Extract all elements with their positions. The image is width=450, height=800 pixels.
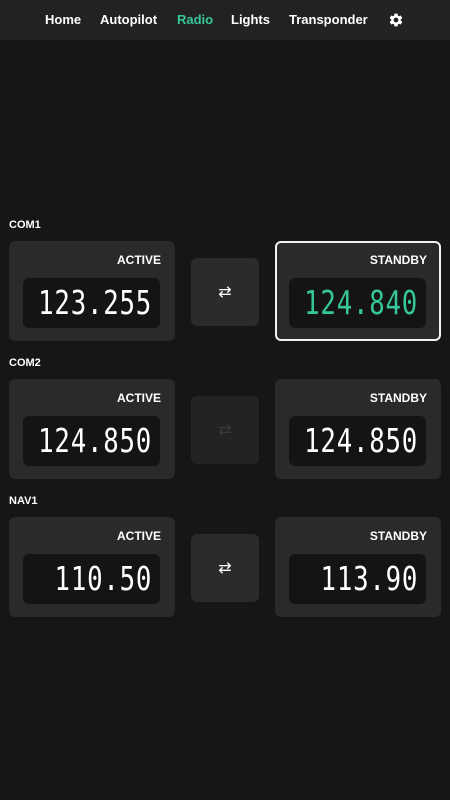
active-title: ACTIVE	[116, 253, 161, 267]
com1-label: COM1	[9, 219, 41, 231]
active-title: ACTIVE	[116, 391, 161, 405]
top-nav-bar: Home Autopilot Radio Lights Transponder	[0, 0, 450, 40]
nav1-active-panel: ACTIVE 110.50	[9, 517, 175, 617]
nav-transponder[interactable]: Transponder	[289, 12, 368, 27]
nav1-swap-button[interactable]: ⇄	[191, 534, 259, 602]
com1-active-frequency: 123.255	[38, 283, 152, 322]
com2-active-panel: ACTIVE 124.850	[9, 379, 175, 479]
com1-standby-frequency[interactable]: 124.840	[304, 284, 418, 322]
nav1-standby-panel[interactable]: STANDBY 113.90	[275, 517, 441, 617]
nav1-standby-frequency[interactable]: 113.90	[320, 560, 418, 598]
standby-title: STANDBY	[369, 529, 427, 543]
com1-active-panel: ACTIVE 123.255	[9, 241, 175, 341]
nav1-active-frequency: 110.50	[54, 559, 152, 598]
swap-arrows-icon: ⇄	[218, 420, 232, 439]
frequency-display: 110.50	[23, 554, 160, 604]
com1-standby-panel[interactable]: STANDBY 124.840	[275, 241, 441, 341]
standby-title: STANDBY	[369, 253, 427, 267]
frequency-display: 123.255	[23, 278, 160, 328]
frequency-display: 124.840	[289, 278, 426, 328]
nav-home[interactable]: Home	[45, 12, 81, 27]
nav-autopilot[interactable]: Autopilot	[100, 12, 157, 27]
com2-label: COM2	[9, 357, 41, 369]
frequency-display: 124.850	[289, 416, 426, 466]
com2-swap-button[interactable]: ⇄	[191, 396, 259, 464]
nav-lights[interactable]: Lights	[231, 12, 270, 27]
swap-arrows-icon: ⇄	[218, 558, 232, 577]
nav-radio[interactable]: Radio	[177, 12, 213, 27]
com1-swap-button[interactable]: ⇄	[191, 258, 259, 326]
com2-standby-frequency[interactable]: 124.850	[304, 422, 418, 460]
active-title: ACTIVE	[116, 529, 161, 543]
frequency-display: 124.850	[23, 416, 160, 466]
nav1-label: NAV1	[9, 495, 38, 507]
com2-standby-panel[interactable]: STANDBY 124.850	[275, 379, 441, 479]
com2-active-frequency: 124.850	[38, 421, 152, 460]
swap-arrows-icon: ⇄	[218, 282, 232, 301]
frequency-display: 113.90	[289, 554, 426, 604]
standby-title: STANDBY	[369, 391, 427, 405]
gear-icon[interactable]	[388, 12, 404, 28]
